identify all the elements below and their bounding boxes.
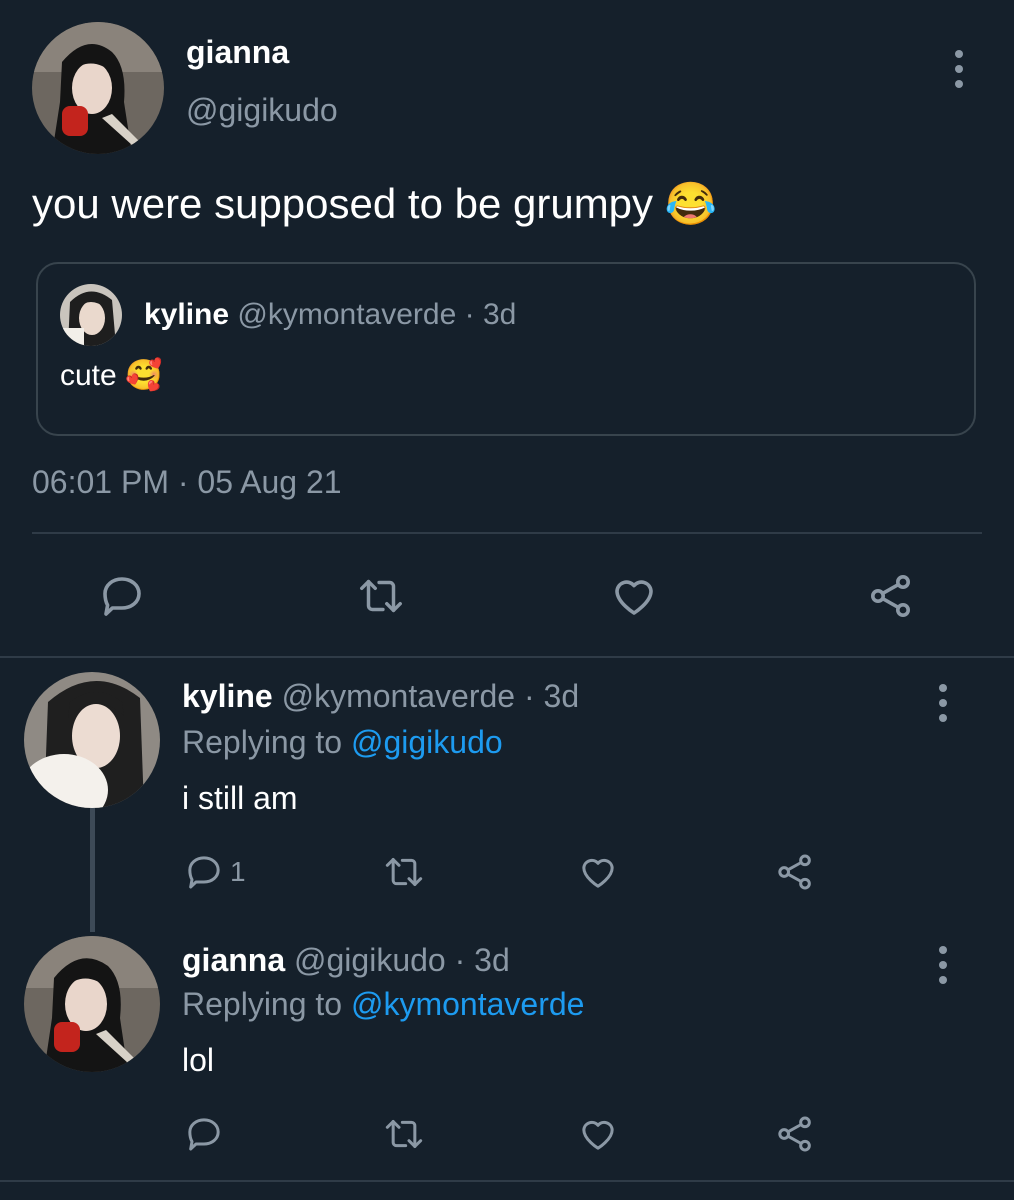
smiling-hearts-emoji-icon: 🥰 [125, 359, 163, 392]
reply-button[interactable]: 1 [184, 852, 246, 892]
reply-author-handle[interactable]: @kymontaverde [282, 678, 515, 714]
quoted-text: cute 🥰 [60, 358, 162, 393]
comment-icon [103, 577, 141, 616]
reply-author-handle[interactable]: @gigikudo [294, 942, 446, 978]
tweet-text: you were supposed to be grumpy 😂 [32, 180, 717, 229]
reply-button[interactable] [98, 572, 146, 620]
divider [32, 532, 982, 534]
retweet-button[interactable] [356, 572, 406, 620]
tweet-text-content: you were supposed to be grumpy [32, 180, 654, 227]
reply-avatar[interactable] [24, 936, 160, 1072]
replying-to-link[interactable]: @gigikudo [351, 724, 503, 760]
share-icon [871, 575, 910, 617]
author-name[interactable]: gianna [186, 34, 289, 71]
more-options-icon[interactable] [938, 946, 948, 984]
reply-author-name[interactable]: kyline [182, 678, 273, 714]
divider [0, 656, 1014, 658]
share-icon [778, 1116, 811, 1152]
author-avatar[interactable] [32, 22, 164, 154]
more-options-icon[interactable] [954, 50, 964, 88]
reply-text: lol [182, 1042, 215, 1078]
more-options-icon[interactable] [938, 684, 948, 722]
share-button[interactable] [774, 1114, 816, 1154]
quoted-age: · 3d [464, 298, 517, 331]
reply-count: 1 [230, 856, 246, 887]
quoted-author-name[interactable]: kyline [144, 298, 229, 331]
laughing-emoji-icon: 😂 [664, 180, 718, 227]
tweet-timestamp[interactable]: 06:01 PM · 05 Aug 21 [32, 464, 342, 501]
reply-avatar[interactable] [24, 672, 160, 808]
replying-to-label: Replying to [182, 724, 343, 760]
comment-icon [188, 856, 220, 889]
replying-to-label: Replying to [182, 986, 343, 1022]
quoted-author-handle[interactable]: @kymontaverde [237, 298, 456, 331]
reply-author-name[interactable]: gianna [182, 942, 285, 978]
quoted-text-content: cute [60, 359, 117, 392]
quoted-tweet-card[interactable]: kyline @kymontaverde · 3d cute 🥰 [36, 262, 976, 436]
author-handle[interactable]: @gigikudo [186, 92, 338, 129]
replying-to: Replying to @gigikudo [182, 724, 503, 761]
share-button[interactable] [774, 852, 816, 892]
divider [0, 1180, 1014, 1182]
share-button[interactable] [866, 572, 916, 620]
thread-line [90, 806, 95, 932]
like-button[interactable] [578, 852, 618, 892]
retweet-button[interactable] [382, 852, 426, 892]
reply-age: · 3d [454, 942, 510, 978]
heart-icon [582, 1120, 614, 1150]
comment-icon [188, 1118, 220, 1151]
reply-header: kyline @kymontaverde · 3d [182, 678, 579, 715]
reply-age: · 3d [523, 678, 580, 714]
quoted-author-avatar [60, 284, 122, 346]
retweet-icon [360, 579, 402, 613]
retweet-icon [385, 1120, 423, 1148]
replying-to-link[interactable]: @kymontaverde [351, 986, 584, 1022]
heart-icon [582, 858, 614, 888]
heart-icon [615, 580, 653, 615]
share-icon [778, 854, 811, 890]
reply-text: i still am [182, 780, 298, 816]
quoted-header: kyline @kymontaverde · 3d [144, 298, 516, 332]
reply-button[interactable] [184, 1114, 224, 1154]
like-button[interactable] [578, 1114, 618, 1154]
like-button[interactable] [610, 572, 658, 620]
retweet-icon [385, 858, 423, 886]
reply-header: gianna @gigikudo · 3d [182, 942, 510, 979]
retweet-button[interactable] [382, 1114, 426, 1154]
replying-to: Replying to @kymontaverde [182, 986, 584, 1023]
